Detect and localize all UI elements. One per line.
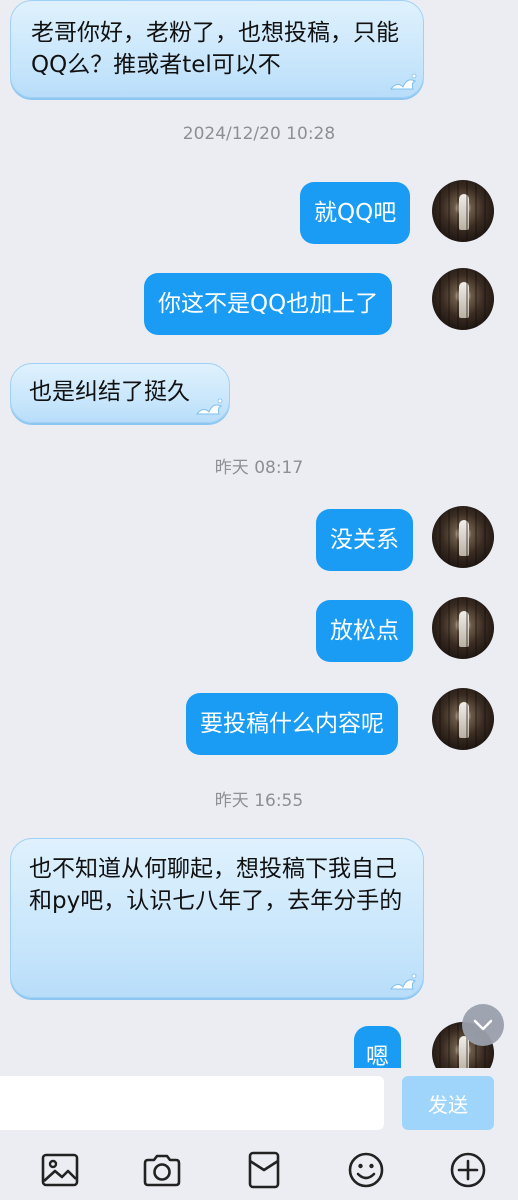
message-input-bar: 发送	[0, 1068, 518, 1134]
message-text: 也是纠结了挺久	[29, 379, 190, 405]
message-text: 你这不是QQ也加上了	[158, 291, 379, 317]
timestamp: 昨天 08:17	[214, 458, 304, 478]
message-text: 也不知道从何聊起，想投稿下我自己和py吧，认识七八年了，去年分手的	[29, 856, 403, 914]
received-message-bubble[interactable]: 也不知道从何聊起，想投稿下我自己和py吧，认识七八年了，去年分手的	[10, 838, 424, 998]
avatar[interactable]	[432, 506, 494, 568]
plus-icon	[450, 1152, 486, 1188]
avatar[interactable]	[432, 688, 494, 750]
avatar[interactable]	[432, 180, 494, 242]
chevron-down-icon	[473, 1019, 493, 1031]
received-message-bubble[interactable]: 老哥你好，老粉了，也想投稿，只能QQ么？推或者tel可以不	[10, 0, 424, 98]
wave-decoration-icon	[389, 73, 417, 90]
message-text: 嗯	[366, 1044, 389, 1068]
message-text: 放松点	[330, 618, 399, 644]
avatar[interactable]	[432, 268, 494, 330]
message-text: 老哥你好，老粉了，也想投稿，只能QQ么？推或者tel可以不	[31, 20, 399, 78]
sent-message-bubble[interactable]: 嗯	[354, 1026, 401, 1068]
sent-message-bubble[interactable]: 要投稿什么内容呢	[186, 693, 398, 755]
send-button[interactable]: 发送	[402, 1076, 494, 1130]
sent-message-bubble[interactable]: 你这不是QQ也加上了	[144, 273, 393, 335]
sent-message-bubble[interactable]: 就QQ吧	[300, 182, 411, 244]
emoji-button[interactable]	[346, 1150, 386, 1190]
sent-message-bubble[interactable]: 放松点	[316, 600, 413, 662]
emoji-icon	[348, 1152, 384, 1188]
message-text: 没关系	[330, 527, 399, 553]
message-input[interactable]	[0, 1076, 384, 1130]
timestamp: 昨天 16:55	[214, 791, 304, 811]
scroll-to-bottom-button[interactable]	[462, 1004, 504, 1046]
received-message-bubble[interactable]: 也是纠结了挺久	[10, 363, 230, 423]
chat-area: 老哥你好，老粉了，也想投稿，只能QQ么？推或者tel可以不 2024/12/20…	[0, 0, 518, 1068]
camera-icon	[143, 1154, 181, 1187]
image-button[interactable]	[40, 1150, 80, 1190]
sent-message-bubble[interactable]: 没关系	[316, 509, 413, 571]
image-icon	[41, 1153, 79, 1187]
timestamp: 2024/12/20 10:28	[182, 124, 336, 144]
message-text: 就QQ吧	[314, 200, 397, 226]
camera-button[interactable]	[142, 1150, 182, 1190]
message-text: 要投稿什么内容呢	[200, 711, 384, 737]
more-button[interactable]	[448, 1150, 488, 1190]
wave-decoration-icon	[195, 398, 223, 415]
avatar[interactable]	[432, 597, 494, 659]
input-toolbar	[0, 1134, 518, 1200]
red-packet-button[interactable]	[244, 1150, 284, 1190]
red-packet-icon	[248, 1151, 280, 1189]
wave-decoration-icon	[389, 973, 417, 990]
